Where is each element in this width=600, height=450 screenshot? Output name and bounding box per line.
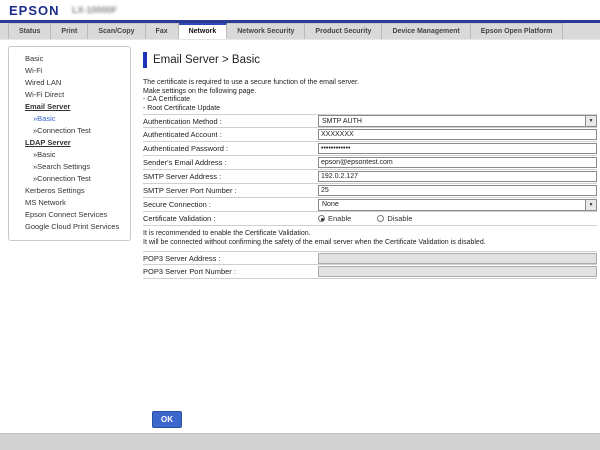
sidebar-group-email-server[interactable]: Email Server: [25, 101, 128, 113]
page-description: The certificate is required to use a sec…: [143, 79, 359, 113]
tab-network-security[interactable]: Network Security: [227, 23, 305, 39]
description-line: The certificate is required to use a sec…: [143, 79, 359, 88]
smtp-server-address-input[interactable]: [318, 171, 597, 182]
email-server-form: Authentication Method : SMTP AUTH ▼ Auth…: [143, 114, 597, 279]
tab-print[interactable]: Print: [51, 23, 88, 39]
sidebar-item-email-server-connection-test[interactable]: »Connection Test: [25, 125, 128, 137]
field-label: POP3 Server Address :: [143, 254, 318, 263]
description-line: Make settings on the following page.: [143, 88, 359, 97]
tab-fax[interactable]: Fax: [146, 23, 179, 39]
form-row-secure-connection: Secure Connection : None ▼: [143, 198, 597, 212]
tab-network[interactable]: Network: [179, 23, 228, 39]
form-row-authenticated-account: Authenticated Account :: [143, 128, 597, 142]
header: EPSON LX-10000F: [0, 0, 600, 20]
sidebar-item-email-server-basic[interactable]: »Basic: [25, 113, 128, 125]
dropdown-arrow-icon[interactable]: ▼: [585, 200, 596, 210]
epson-logo: EPSON: [9, 3, 60, 18]
form-row-authentication-method: Authentication Method : SMTP AUTH ▼: [143, 114, 597, 128]
authentication-method-select[interactable]: SMTP AUTH ▼: [318, 115, 597, 127]
secure-connection-select[interactable]: None ▼: [318, 199, 597, 211]
tab-product-security[interactable]: Product Security: [305, 23, 382, 39]
radio-label: Enable: [328, 214, 351, 223]
sidebar-item-ldap-search-settings[interactable]: »Search Settings: [25, 161, 128, 173]
field-label: SMTP Server Address :: [143, 172, 318, 181]
selected-value: SMTP AUTH: [319, 118, 362, 125]
description-line: - Root Certificate Update: [143, 105, 359, 114]
form-row-smtp-server-address: SMTP Server Address :: [143, 170, 597, 184]
sidebar-item-wifi-direct[interactable]: Wi-Fi Direct: [25, 89, 128, 101]
field-label: Certificate Validation :: [143, 214, 318, 223]
authenticated-password-input[interactable]: [318, 143, 597, 154]
sidebar-item-epson-connect-services[interactable]: Epson Connect Services: [25, 209, 128, 221]
radio-label: Disable: [387, 214, 412, 223]
tab-device-management[interactable]: Device Management: [382, 23, 470, 39]
note-line: It will be connected without confirming …: [143, 238, 597, 247]
sidebar-item-ldap-connection-test[interactable]: »Connection Test: [25, 173, 128, 185]
title-accent-bar: [143, 52, 147, 68]
radio-enable-icon[interactable]: [318, 215, 325, 222]
pop3-server-address-input: [318, 253, 597, 264]
authenticated-account-input[interactable]: [318, 129, 597, 140]
tab-status[interactable]: Status: [8, 23, 51, 39]
smtp-server-port-number-input[interactable]: [318, 185, 597, 196]
field-label: POP3 Server Port Number :: [143, 267, 318, 276]
page-title-block: Email Server > Basic: [143, 51, 260, 68]
tab-bar: Status Print Scan/Copy Fax Network Netwo…: [0, 23, 600, 40]
pop3-server-port-number-input: [318, 266, 597, 277]
sidebar-group-ldap-server[interactable]: LDAP Server: [25, 137, 128, 149]
form-row-pop3-server-address: POP3 Server Address :: [143, 251, 597, 265]
radio-disable-icon[interactable]: [377, 215, 384, 222]
sidebar-nav: Basic Wi-Fi Wired LAN Wi-Fi Direct Email…: [8, 46, 131, 241]
certificate-validation-disable-option[interactable]: Disable: [377, 214, 412, 223]
sidebar-item-ms-network[interactable]: MS Network: [25, 197, 128, 209]
form-row-certificate-validation: Certificate Validation : Enable Disable: [143, 212, 597, 226]
certificate-validation-note: It is recommended to enable the Certific…: [143, 226, 597, 251]
form-row-smtp-server-port-number: SMTP Server Port Number :: [143, 184, 597, 198]
sidebar-item-kerberos-settings[interactable]: Kerberos Settings: [25, 185, 128, 197]
field-label: Authentication Method :: [143, 117, 318, 126]
tab-epson-open-platform[interactable]: Epson Open Platform: [471, 23, 564, 39]
field-label: Secure Connection :: [143, 200, 318, 209]
sidebar-item-google-cloud-print-services[interactable]: Google Cloud Print Services: [25, 221, 128, 233]
tab-scan-copy[interactable]: Scan/Copy: [88, 23, 145, 39]
field-label: SMTP Server Port Number :: [143, 186, 318, 195]
description-line: - CA Certificate: [143, 96, 359, 105]
ok-button[interactable]: OK: [152, 411, 182, 428]
form-row-senders-email-address: Sender's Email Address :: [143, 156, 597, 170]
form-row-authenticated-password: Authenticated Password :: [143, 142, 597, 156]
footer-bar: [0, 433, 600, 450]
field-label: Authenticated Account :: [143, 130, 318, 139]
selected-value: None: [319, 201, 339, 208]
sidebar-item-wired-lan[interactable]: Wired LAN: [25, 77, 128, 89]
dropdown-arrow-icon[interactable]: ▼: [585, 116, 596, 126]
senders-email-address-input[interactable]: [318, 157, 597, 168]
sidebar-item-basic[interactable]: Basic: [25, 53, 128, 65]
page-title: Email Server > Basic: [153, 54, 260, 66]
note-line: It is recommended to enable the Certific…: [143, 229, 597, 238]
field-label: Sender's Email Address :: [143, 158, 318, 167]
sidebar-item-wifi[interactable]: Wi-Fi: [25, 65, 128, 77]
printer-model-label: LX-10000F: [72, 5, 117, 15]
form-row-pop3-server-port-number: POP3 Server Port Number :: [143, 265, 597, 279]
certificate-validation-enable-option[interactable]: Enable: [318, 214, 351, 223]
field-label: Authenticated Password :: [143, 144, 318, 153]
sidebar-item-ldap-basic[interactable]: »Basic: [25, 149, 128, 161]
